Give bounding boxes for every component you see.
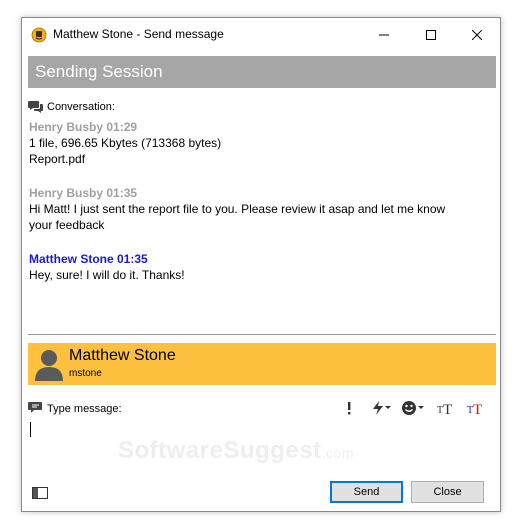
send-button[interactable]: Send xyxy=(330,481,403,503)
send-message-window: Matthew Stone - Send message Sending Ses… xyxy=(21,17,501,512)
font-color-icon: T T xyxy=(467,402,482,416)
type-message-label: Type message: xyxy=(47,403,122,415)
svg-text:T: T xyxy=(473,402,482,416)
contact-username: mstone xyxy=(69,368,102,379)
message: Matthew Stone 01:35 Hey, sure! I will do… xyxy=(29,251,494,283)
emoticon-dropdown-button[interactable] xyxy=(401,399,424,417)
font-icon: T T xyxy=(437,402,452,416)
close-icon xyxy=(472,30,482,40)
close-button[interactable]: Close xyxy=(411,481,484,503)
contact-banner: Matthew Stone mstone xyxy=(28,343,496,385)
session-title: Sending Session xyxy=(35,62,163,81)
message-line: 1 file, 696.65 Kbytes (713368 bytes) xyxy=(29,136,222,150)
maximize-icon xyxy=(426,30,436,40)
message-line: Hi Matt! I just sent the report file to … xyxy=(29,202,446,216)
exclamation-icon xyxy=(348,402,351,415)
conversation-log: Henry Busby 01:29 1 file, 696.65 Kbytes … xyxy=(29,119,494,301)
message-line: your feedback xyxy=(29,218,105,232)
message-line: Hey, sure! I will do it. Thanks! xyxy=(29,268,185,282)
chevron-down-icon xyxy=(418,406,424,409)
speech-bubble-icon xyxy=(28,402,42,413)
avatar-icon xyxy=(35,350,63,381)
lightning-icon xyxy=(373,401,383,415)
message: Henry Busby 01:35 Hi Matt! I just sent t… xyxy=(29,185,494,233)
font-color-button[interactable]: T T xyxy=(467,399,485,417)
minimize-icon xyxy=(379,34,389,36)
watermark-text: SoftwareSuggest xyxy=(118,437,322,464)
priority-button[interactable] xyxy=(346,399,352,417)
conversation-label: Conversation: xyxy=(47,101,115,113)
message-header: Matthew Stone 01:35 xyxy=(29,252,148,266)
close-window-button[interactable] xyxy=(454,18,500,52)
file-link[interactable]: Report.pdf xyxy=(29,151,494,167)
message: Henry Busby 01:29 1 file, 696.65 Kbytes … xyxy=(29,119,494,167)
watermark-suffix: .com xyxy=(321,445,354,461)
chat-bubbles-icon xyxy=(28,101,43,113)
message-header: Henry Busby 01:35 xyxy=(29,186,138,200)
contact-name: Matthew Stone xyxy=(69,347,176,364)
window-title: Matthew Stone - Send message xyxy=(53,27,224,41)
maximize-button[interactable] xyxy=(408,18,454,52)
smiley-icon xyxy=(402,401,416,415)
minimize-button[interactable] xyxy=(361,18,407,52)
session-header: Sending Session xyxy=(28,56,496,88)
font-button[interactable]: T T xyxy=(437,399,455,417)
title-bar[interactable]: Matthew Stone - Send message xyxy=(22,18,500,52)
message-header: Henry Busby 01:29 xyxy=(29,120,138,134)
watermark: SoftwareSuggest.com xyxy=(118,437,354,465)
toggle-panel-icon[interactable] xyxy=(32,487,48,499)
actions-dropdown-button[interactable] xyxy=(371,399,391,417)
caret xyxy=(30,422,31,437)
compose-toolbar: Type message: T T T T xyxy=(28,399,496,417)
svg-text:T: T xyxy=(443,402,452,416)
app-logo-icon xyxy=(31,27,47,43)
panel-splitter[interactable] xyxy=(28,334,496,335)
chevron-down-icon xyxy=(385,406,391,409)
